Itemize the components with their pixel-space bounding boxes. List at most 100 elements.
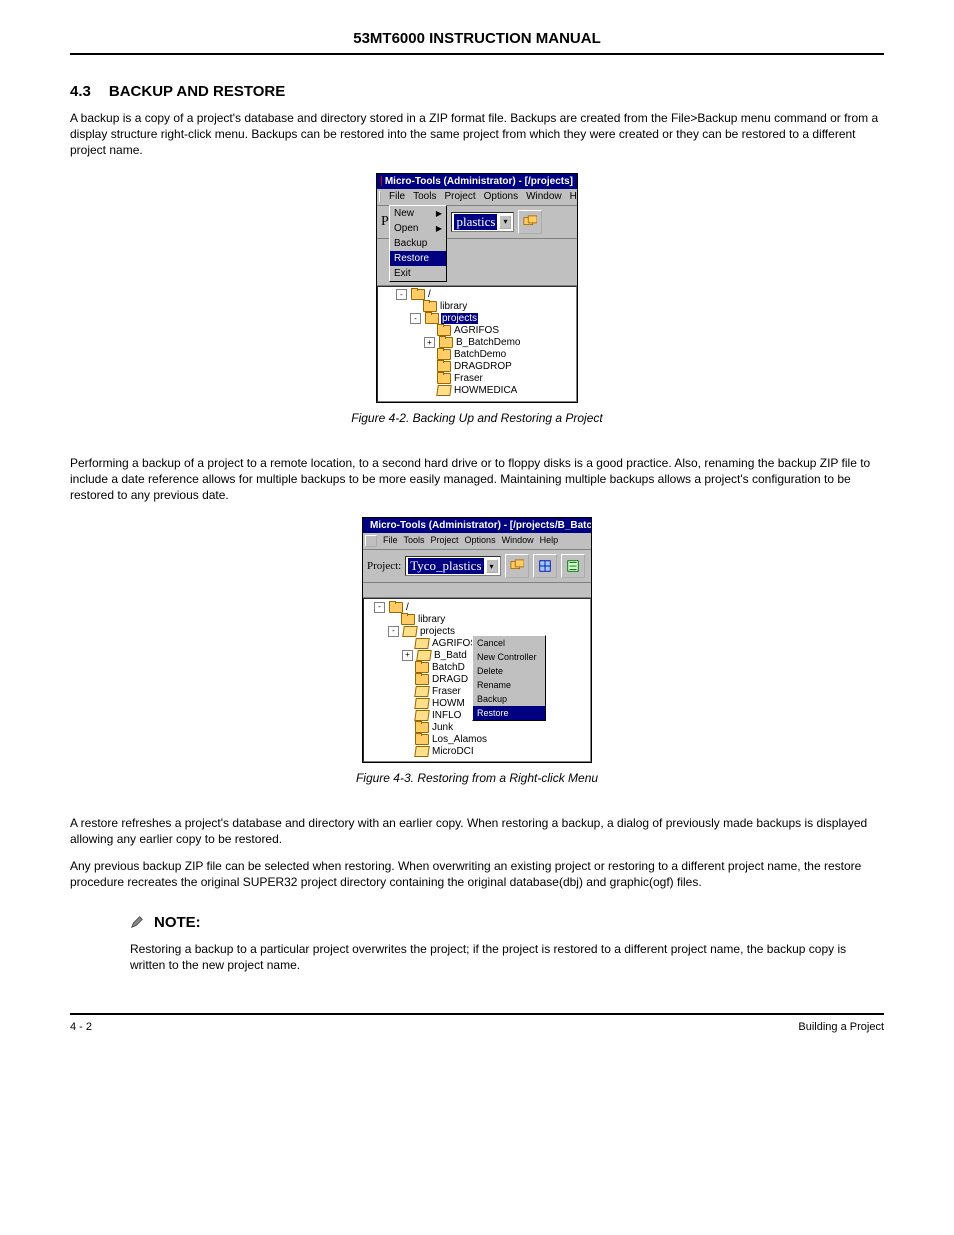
tree-expander[interactable]: + [402, 650, 413, 661]
tree-label[interactable]: / [405, 602, 410, 613]
figure-4-3-caption: Figure 4-3. Restoring from a Right-click… [70, 771, 884, 785]
folder-icon [437, 373, 451, 384]
ctx-rename[interactable]: Rename [473, 678, 545, 692]
tree-label[interactable]: B_Batd [433, 650, 468, 661]
menu-window[interactable]: Window [526, 191, 562, 203]
toolbar-button-1[interactable] [518, 210, 542, 234]
tree-label[interactable]: HOWMEDICA [453, 385, 518, 396]
tree-label[interactable]: library [439, 301, 468, 312]
tree-row[interactable]: BatchDemo [380, 349, 574, 361]
tree-label[interactable]: AGRIFOS [453, 325, 500, 336]
ctx-restore[interactable]: Restore [473, 706, 545, 720]
tree-row[interactable]: DRAGDROP [380, 361, 574, 373]
mid-paragraph: Performing a backup of a project to a re… [70, 455, 884, 504]
folder-icon [414, 698, 430, 709]
folder-icon [389, 602, 403, 613]
ctx-backup[interactable]: Backup [473, 692, 545, 706]
pencil-icon [130, 915, 144, 929]
tree-row[interactable]: + B_BatchDemo [380, 337, 574, 349]
tree-label[interactable]: HOWM [431, 698, 466, 709]
tree-label[interactable]: MicroDCI [431, 746, 475, 757]
folder-icon [439, 337, 453, 348]
toolbar-button-b[interactable] [533, 554, 557, 578]
window-titlebar-2: Micro-Tools (Administrator) - [/projects… [363, 518, 591, 533]
tree-label[interactable]: BatchDemo [453, 349, 507, 360]
menu-file[interactable]: File [383, 535, 398, 547]
tree-row[interactable]: -/ [366, 601, 588, 613]
ctx-cancel[interactable]: Cancel [473, 636, 545, 650]
gray-band [363, 583, 591, 598]
window-titlebar: Micro-Tools (Administrator) - [/projects… [377, 174, 577, 189]
project-combo-2[interactable]: Tyco_plastics ▾ [405, 556, 500, 576]
tree-row[interactable]: Los_Alamos [366, 733, 588, 745]
note-label: NOTE: [154, 914, 201, 931]
footer-page-number: 4 - 2 [70, 1021, 92, 1033]
note-text: Restoring a backup to a particular proje… [130, 941, 884, 973]
tree-label[interactable]: projects [441, 313, 478, 324]
menu-item-restore[interactable]: Restore [390, 251, 446, 266]
combo-dropdown-button[interactable]: ▾ [499, 215, 511, 229]
footer-section-name: Building a Project [798, 1021, 884, 1033]
menu-options[interactable]: Options [465, 535, 496, 547]
tree-label[interactable]: library [417, 614, 446, 625]
tree-expander[interactable]: - [410, 313, 421, 324]
sys-menu-icon[interactable] [365, 535, 377, 547]
tree-label[interactable]: BatchD [431, 662, 466, 673]
tree-label[interactable]: / [427, 289, 432, 300]
tree-row[interactable]: library [366, 613, 588, 625]
menu-help-truncated[interactable]: H [570, 191, 577, 203]
menu-item-open[interactable]: Open▶ [390, 221, 446, 236]
tree-row[interactable]: AGRIFOS [380, 325, 574, 337]
project-combo[interactable]: plastics ▾ [451, 212, 514, 232]
project-tree[interactable]: -/library-projectsAGRIFOS+B_BatchDemoBat… [377, 286, 577, 402]
tree-row[interactable]: - projects [380, 313, 574, 325]
screenshot-rightclick-restore: Micro-Tools (Administrator) - [/projects… [362, 517, 592, 763]
menu-project[interactable]: Project [444, 191, 475, 203]
tree-row[interactable]: HOWMEDICA [380, 385, 574, 397]
tree-expander[interactable]: - [388, 626, 399, 637]
folder-icon [415, 722, 429, 733]
ctx-new-controller[interactable]: New Controller [473, 650, 545, 664]
tree-label[interactable]: Fraser [431, 686, 462, 697]
tree-label[interactable]: INFLO [431, 710, 462, 721]
menu-help[interactable]: Help [540, 535, 559, 547]
tree-row[interactable]: Fraser [380, 373, 574, 385]
tree-expander[interactable]: + [424, 337, 435, 348]
tree-row[interactable]: Junk [366, 721, 588, 733]
tree-label[interactable]: Fraser [453, 373, 484, 384]
combo-dropdown-button[interactable]: ▾ [486, 559, 498, 573]
menu-file[interactable]: File [389, 191, 405, 203]
toolbar-2: Project: Tyco_plastics ▾ [363, 550, 591, 583]
menu-item-new[interactable]: New▶ [390, 206, 446, 221]
project-tree-2[interactable]: -/library-projectsAGRIFOS+B_BatdBatchDDR… [363, 598, 591, 762]
tree-label[interactable]: projects [419, 626, 456, 637]
menu-item-exit[interactable]: Exit [390, 266, 446, 281]
tree-row[interactable]: -/ [380, 289, 574, 301]
tree-expander[interactable]: - [374, 602, 385, 613]
menu-tools[interactable]: Tools [404, 535, 425, 547]
tree-label[interactable]: Los_Alamos [431, 734, 488, 745]
window-title-2: Micro-Tools (Administrator) - [/projects… [370, 520, 591, 531]
para-restore-2: Any previous backup ZIP file can be sele… [70, 858, 884, 890]
ctx-delete[interactable]: Delete [473, 664, 545, 678]
tree-label[interactable]: DRAGD [431, 674, 469, 685]
figure-4-2-caption: Figure 4-2. Backing Up and Restoring a P… [70, 411, 884, 425]
menu-options[interactable]: Options [484, 191, 518, 203]
manual-header: 53MT6000 INSTRUCTION MANUAL [70, 30, 884, 55]
toolbar-button-c[interactable] [561, 554, 585, 578]
sys-menu-icon[interactable] [379, 191, 381, 203]
tree-label[interactable]: Junk [431, 722, 454, 733]
tree-label[interactable]: DRAGDROP [453, 361, 513, 372]
menu-item-backup[interactable]: Backup [390, 236, 446, 251]
tree-row[interactable]: library [380, 301, 574, 313]
menu-window[interactable]: Window [502, 535, 534, 547]
folder-icon [414, 686, 430, 697]
menu-project[interactable]: Project [431, 535, 459, 547]
toolbar-button-a[interactable] [505, 554, 529, 578]
tree-expander[interactable]: - [396, 289, 407, 300]
section-title: BACKUP AND RESTORE [109, 83, 285, 100]
menu-tools[interactable]: Tools [413, 191, 436, 203]
tree-label[interactable]: B_BatchDemo [455, 337, 521, 348]
tree-row[interactable]: MicroDCI [366, 745, 588, 757]
tree-label[interactable]: AGRIFOS [431, 638, 478, 649]
